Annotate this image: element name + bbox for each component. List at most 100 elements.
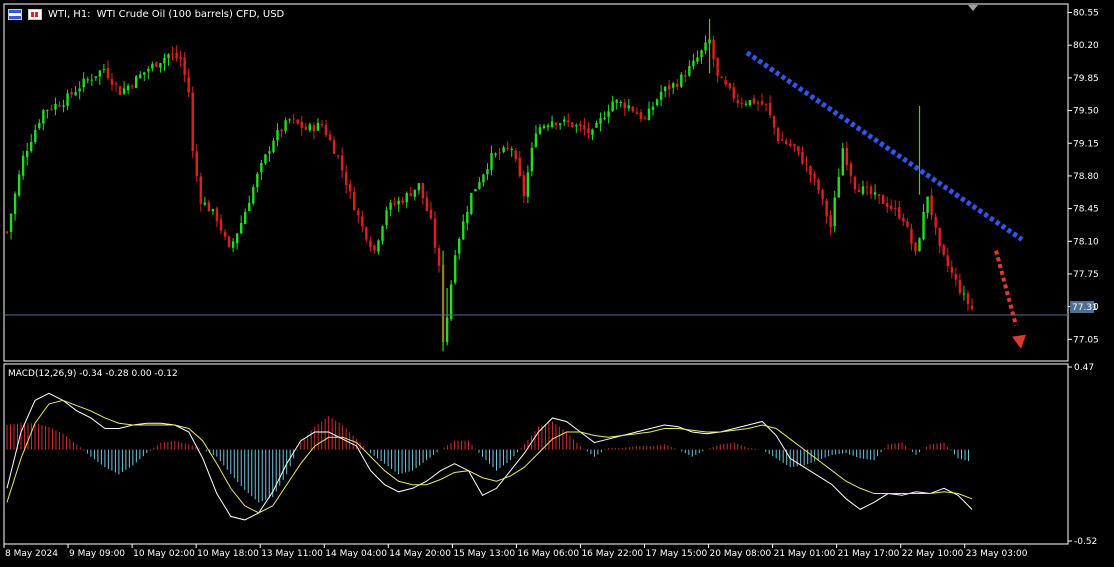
candle-body	[260, 162, 263, 173]
candle-body	[623, 102, 626, 109]
candle-body	[567, 120, 570, 123]
candle-body	[74, 92, 77, 96]
candle-body	[562, 119, 566, 122]
candle-body	[962, 293, 966, 295]
chart-shift-marker-icon[interactable]	[968, 5, 978, 11]
time-axis: 8 May 2024 9 May 09:00 10 May 02:00 10 May …	[3, 544, 1028, 559]
time-tick-label: 14 May 20:00	[389, 549, 451, 559]
candle-body	[373, 245, 376, 251]
price-tick-label: 78.45	[1073, 205, 1099, 215]
candle-body	[110, 79, 114, 85]
candle-body	[167, 54, 170, 59]
candle-body	[320, 124, 324, 126]
candle-body	[579, 123, 582, 127]
candle-body	[809, 166, 812, 176]
candle-body	[776, 128, 780, 142]
macd-panel-frame	[3, 363, 1069, 545]
candle-body	[793, 144, 796, 147]
candle-body	[344, 172, 348, 186]
candle-body	[433, 218, 437, 248]
candle-body	[853, 176, 857, 190]
candle-body	[179, 57, 182, 60]
candle-body	[486, 169, 489, 175]
candle-body	[688, 66, 691, 76]
candle-body	[118, 86, 122, 95]
candle-body	[619, 101, 622, 103]
candle-body	[821, 189, 824, 199]
candle-body	[126, 85, 130, 91]
price-tick-label: 77.75	[1073, 270, 1099, 280]
time-tick-label: 23 May 03:00	[966, 549, 1028, 559]
candle-body	[857, 189, 861, 193]
forecast-arrow[interactable]	[994, 250, 1026, 349]
candle-body	[833, 197, 836, 227]
candle-body	[304, 126, 307, 130]
candle-body	[611, 101, 614, 112]
candle-body	[413, 189, 417, 197]
candle-body	[958, 280, 962, 293]
time-tick-label: 10 May 18:00	[197, 549, 259, 559]
candle-body	[256, 173, 259, 188]
candle-body	[970, 305, 974, 310]
candle-body	[663, 86, 667, 92]
candle-body	[369, 240, 372, 247]
candle-body	[155, 62, 158, 67]
candle-body	[764, 103, 768, 105]
candle-body	[494, 153, 497, 155]
candle-body	[336, 155, 340, 157]
time-tick-label: 16 May 06:00	[517, 549, 579, 559]
candle-body	[139, 74, 142, 78]
candle-body	[147, 69, 150, 72]
candle-body	[203, 202, 207, 205]
candle-body	[615, 100, 618, 103]
candle-body	[377, 240, 380, 252]
time-tick-label: 20 May 08:00	[710, 549, 772, 559]
candle-body	[288, 119, 291, 121]
candle-body	[672, 83, 675, 88]
price-tick-label: 78.80	[1073, 172, 1099, 182]
candle-body	[841, 148, 845, 176]
candle-body	[542, 125, 546, 129]
candle-body	[90, 79, 93, 81]
candle-body	[813, 173, 816, 179]
candle-body	[106, 67, 110, 78]
candle-body	[797, 146, 800, 152]
candle-body	[829, 215, 832, 228]
candle-body	[191, 92, 194, 152]
time-tick-label: 22 May 10:00	[902, 549, 964, 559]
candle-body	[837, 176, 840, 198]
candle-body	[607, 111, 610, 117]
candle-body	[381, 226, 384, 242]
candle-body	[252, 187, 255, 204]
time-tick-label: 14 May 04:00	[325, 549, 387, 559]
time-tick-label: 21 May 01:00	[774, 549, 836, 559]
candle-body	[728, 83, 731, 88]
candle-body	[264, 154, 267, 164]
candle-body	[789, 143, 792, 146]
candle-body	[684, 75, 687, 77]
candle-body	[130, 86, 134, 88]
candle-body	[550, 121, 554, 128]
candle-body	[930, 195, 933, 216]
candle-body	[696, 57, 699, 62]
candle-body	[538, 127, 542, 134]
descending-trendline[interactable]	[745, 50, 1024, 242]
candle-body	[627, 105, 631, 109]
candle-body	[530, 147, 534, 172]
candle-body	[159, 63, 162, 68]
candle-body	[966, 293, 970, 305]
candle-body	[66, 93, 69, 107]
candle-body	[700, 50, 703, 58]
time-tick-label: 9 May 09:00	[69, 549, 125, 559]
candle-body	[239, 223, 243, 234]
candle-body	[587, 128, 590, 134]
chart-canvas[interactable]: 80.55 80.20 79.85 79.50 79.15 78.80 78.45 78.10…	[0, 0, 1114, 567]
candle-body	[54, 104, 57, 110]
candle-body	[397, 200, 400, 205]
price-tick-label: 79.85	[1073, 74, 1099, 84]
candle-body	[926, 196, 929, 213]
candle-body	[215, 208, 219, 221]
candle-body	[316, 122, 320, 131]
candle-body	[357, 210, 360, 216]
candle-body	[361, 216, 364, 227]
